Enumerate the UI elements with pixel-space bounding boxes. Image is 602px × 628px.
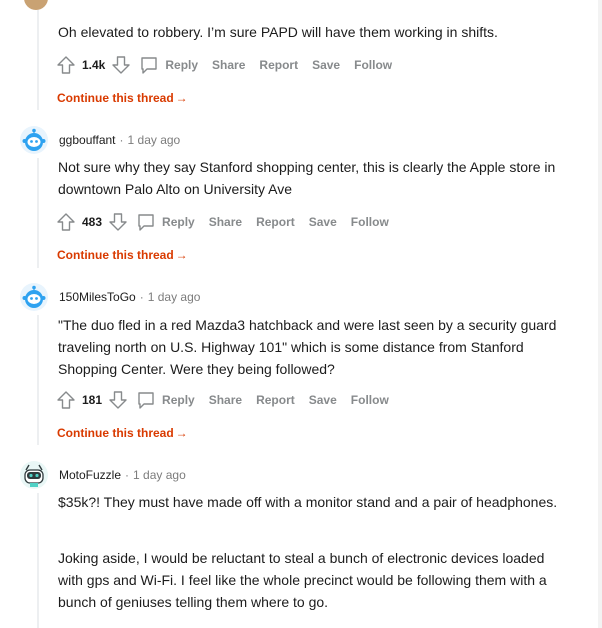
comment-actions: 181 Reply Share Report Save Follow: [56, 388, 391, 412]
snoo-avatar-icon[interactable]: [20, 126, 48, 154]
reply-label: Reply: [162, 393, 195, 407]
downvote-arrow-icon[interactable]: [108, 212, 128, 232]
username[interactable]: ggbouffant: [59, 133, 116, 147]
speech-bubble-icon: [141, 57, 158, 74]
timestamp[interactable]: 1 day ago: [148, 290, 201, 304]
avatar[interactable]: [24, 0, 48, 10]
follow-button[interactable]: Follow: [349, 393, 391, 407]
save-button[interactable]: Save: [307, 215, 339, 229]
comment-body: Oh elevated to robbery. I’m sure PAPD wi…: [58, 24, 498, 40]
report-button[interactable]: Report: [254, 393, 297, 407]
vote-score: 1.4k: [82, 58, 106, 72]
continue-thread-label: Continue this thread: [57, 91, 174, 105]
scrollbar[interactable]: [598, 0, 602, 628]
follow-button[interactable]: Follow: [352, 58, 394, 72]
upvote-arrow-icon[interactable]: [56, 212, 76, 232]
comment-body: "The duo fled in a red Mazda3 hatchback …: [58, 317, 557, 377]
report-button[interactable]: Report: [254, 215, 297, 229]
continue-thread-link[interactable]: Continue this thread →: [57, 426, 188, 440]
upvote-arrow-icon[interactable]: [56, 55, 76, 75]
arrow-right-icon: →: [175, 91, 188, 105]
save-button[interactable]: Save: [307, 393, 339, 407]
username[interactable]: MotoFuzzle: [59, 468, 121, 482]
continue-thread-link[interactable]: Continue this thread →: [57, 91, 188, 105]
comment-header: 150MilesToGo · 1 day ago: [20, 283, 200, 311]
comment-body: Not sure why they say Stanford shopping …: [58, 159, 556, 197]
separator-dot: ·: [125, 468, 130, 482]
snoo-avatar-icon[interactable]: [20, 461, 48, 489]
follow-button[interactable]: Follow: [349, 215, 391, 229]
reply-button[interactable]: Reply: [137, 55, 200, 75]
continue-thread-link[interactable]: Continue this thread →: [57, 248, 188, 262]
username[interactable]: 150MilesToGo: [59, 290, 136, 304]
comment-header: MotoFuzzle · 1 day ago: [20, 461, 186, 489]
reply-button[interactable]: Reply: [134, 390, 197, 410]
speech-bubble-icon: [138, 392, 154, 409]
snoo-avatar-icon[interactable]: [20, 283, 48, 311]
thread-line[interactable]: [37, 10, 39, 110]
reply-button[interactable]: Reply: [134, 212, 197, 232]
thread-line[interactable]: [37, 158, 39, 268]
separator-dot: ·: [119, 133, 124, 147]
report-button[interactable]: Report: [257, 58, 300, 72]
share-button[interactable]: Share: [207, 215, 244, 229]
reply-label: Reply: [165, 58, 199, 72]
arrow-right-icon: →: [175, 248, 188, 262]
continue-thread-label: Continue this thread: [57, 426, 174, 440]
upvote-arrow-icon[interactable]: [56, 390, 76, 410]
share-button[interactable]: Share: [210, 58, 247, 72]
arrow-right-icon: →: [175, 426, 188, 440]
downvote-arrow-icon[interactable]: [111, 55, 131, 75]
comment-actions: 483 Reply Share Report Save Follow: [56, 210, 391, 234]
continue-thread-label: Continue this thread: [57, 248, 174, 262]
vote-score: 483: [82, 215, 103, 229]
comment-body: Joking aside, I would be reluctant to st…: [58, 550, 547, 610]
comment-body: $35k?! They must have made off with a mo…: [58, 494, 558, 510]
vote-score: 181: [82, 393, 103, 407]
comment-header: ggbouffant · 1 day ago: [20, 126, 180, 154]
downvote-arrow-icon[interactable]: [108, 390, 128, 410]
timestamp[interactable]: 1 day ago: [133, 468, 186, 482]
thread-line[interactable]: [37, 315, 39, 445]
save-button[interactable]: Save: [310, 58, 342, 72]
timestamp[interactable]: 1 day ago: [128, 133, 181, 147]
thread-line[interactable]: [37, 493, 39, 628]
share-button[interactable]: Share: [207, 393, 244, 407]
separator-dot: ·: [139, 290, 144, 304]
comment-thread-page: Oh elevated to robbery. I’m sure PAPD wi…: [0, 0, 602, 628]
comment-actions: 1.4k Reply Share Report Save Follow: [56, 53, 394, 77]
speech-bubble-icon: [138, 214, 154, 231]
reply-label: Reply: [162, 215, 195, 229]
